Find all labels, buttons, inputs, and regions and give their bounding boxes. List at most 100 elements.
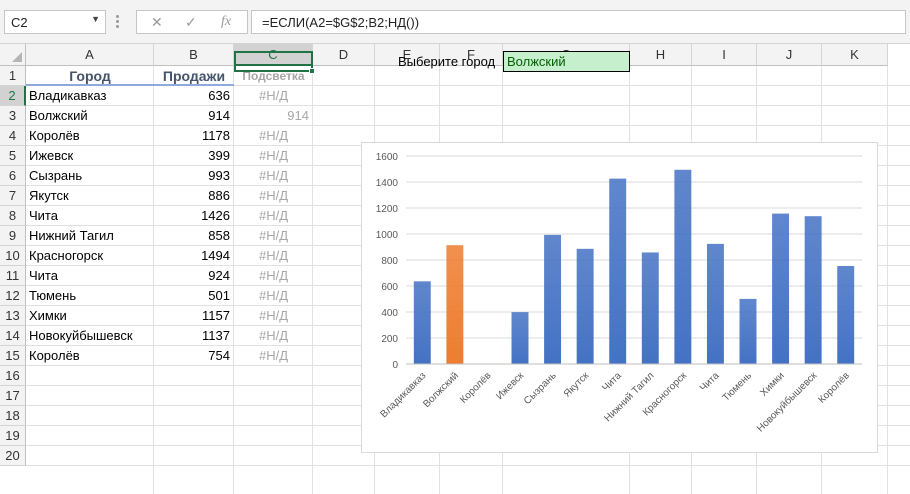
highlight-cell[interactable]: #Н/Д: [234, 86, 313, 106]
sales-cell[interactable]: 924: [154, 266, 234, 286]
sales-cell[interactable]: 501: [154, 286, 234, 306]
sales-cell[interactable]: 1137: [154, 326, 234, 346]
sales-cell[interactable]: 914: [154, 106, 234, 126]
city-cell[interactable]: Якутск: [26, 186, 154, 206]
row-header-1[interactable]: 1: [0, 66, 26, 86]
sales-cell[interactable]: 1494: [154, 246, 234, 266]
formula-input[interactable]: =ЕСЛИ(A2=$G$2;B2;НД()): [251, 10, 906, 34]
bar: [804, 216, 822, 364]
column-header-a[interactable]: A: [26, 44, 154, 66]
y-tick-label: 600: [381, 282, 398, 293]
row-header-14[interactable]: 14: [0, 326, 26, 346]
sales-cell[interactable]: 636: [154, 86, 234, 106]
column-header-h[interactable]: H: [630, 44, 692, 66]
city-cell[interactable]: Волжский: [26, 106, 154, 126]
sales-cell[interactable]: 858: [154, 226, 234, 246]
highlight-cell[interactable]: #Н/Д: [234, 306, 313, 326]
city-cell[interactable]: Химки: [26, 306, 154, 326]
row-header-7[interactable]: 7: [0, 186, 26, 206]
sales-cell[interactable]: 993: [154, 166, 234, 186]
row-header-9[interactable]: 9: [0, 226, 26, 246]
cancel-icon[interactable]: ✕: [151, 14, 163, 31]
row-header-17[interactable]: 17: [0, 386, 26, 406]
grid-line: [887, 66, 888, 494]
sales-cell[interactable]: 1426: [154, 206, 234, 226]
row-header-19[interactable]: 19: [0, 426, 26, 446]
row-header-10[interactable]: 10: [0, 246, 26, 266]
y-tick-label: 400: [381, 308, 398, 319]
highlight-cell[interactable]: #Н/Д: [234, 166, 313, 186]
formula-buttons: ✕ ✓ fx: [136, 10, 248, 34]
city-cell[interactable]: Ижевск: [26, 146, 154, 166]
column-header-j[interactable]: J: [757, 44, 822, 66]
x-category-label: Ижевск: [494, 370, 526, 402]
fill-handle[interactable]: [309, 68, 315, 74]
row-header-12[interactable]: 12: [0, 286, 26, 306]
highlight-cell[interactable]: #Н/Д: [234, 126, 313, 146]
header-sales: Продажи: [154, 66, 234, 86]
x-category-label: Королёв: [458, 370, 493, 405]
highlight-cell[interactable]: #Н/Д: [234, 226, 313, 246]
row-header-5[interactable]: 5: [0, 146, 26, 166]
row-header-8[interactable]: 8: [0, 206, 26, 226]
column-header-b[interactable]: B: [154, 44, 234, 66]
sales-chart[interactable]: 0 200 400 600 800 1000 1200 1400 1600 Владикавказ…: [361, 142, 878, 453]
city-cell[interactable]: Королёв: [26, 346, 154, 366]
row-header-20[interactable]: 20: [0, 446, 26, 466]
highlight-cell[interactable]: #Н/Д: [234, 286, 313, 306]
city-cell[interactable]: Владикавказ: [26, 86, 154, 106]
bar: [739, 298, 757, 364]
city-cell[interactable]: Новокуйбышевск: [26, 326, 154, 346]
row-header-2[interactable]: 2: [0, 86, 26, 106]
active-cell-border[interactable]: [234, 51, 315, 74]
city-cell[interactable]: Тюмень: [26, 286, 154, 306]
y-tick-label: 1600: [376, 152, 399, 163]
column-header-d[interactable]: D: [313, 44, 375, 66]
highlight-cell[interactable]: #Н/Д: [234, 186, 313, 206]
row-header-16[interactable]: 16: [0, 366, 26, 386]
sales-cell[interactable]: 1157: [154, 306, 234, 326]
bar: [413, 281, 431, 364]
selected-city-cell[interactable]: Волжский: [503, 51, 630, 72]
formula-toolbar: C2 ▼ ✕ ✓ fx =ЕСЛИ(A2=$G$2;B2;НД()): [0, 0, 910, 44]
row-header-6[interactable]: 6: [0, 166, 26, 186]
city-cell[interactable]: Королёв: [26, 126, 154, 146]
header-city: Город: [26, 66, 154, 86]
highlight-cell[interactable]: #Н/Д: [234, 206, 313, 226]
column-header-i[interactable]: I: [692, 44, 757, 66]
sales-cell[interactable]: 399: [154, 146, 234, 166]
highlight-cell[interactable]: #Н/Д: [234, 326, 313, 346]
row-header-18[interactable]: 18: [0, 406, 26, 426]
highlight-cell[interactable]: #Н/Д: [234, 266, 313, 286]
city-cell[interactable]: Чита: [26, 266, 154, 286]
highlight-cell[interactable]: #Н/Д: [234, 346, 313, 366]
sales-cell[interactable]: 886: [154, 186, 234, 206]
column-header-k[interactable]: K: [822, 44, 888, 66]
highlight-cell[interactable]: #Н/Д: [234, 246, 313, 266]
insert-function-icon[interactable]: fx: [221, 14, 231, 30]
sales-cell[interactable]: 754: [154, 346, 234, 366]
sales-cell[interactable]: 1178: [154, 126, 234, 146]
select-all-button[interactable]: [0, 44, 26, 66]
y-tick-label: 0: [392, 360, 398, 371]
y-tick-label: 1400: [376, 178, 399, 189]
highlight-cell[interactable]: #Н/Д: [234, 146, 313, 166]
city-cell[interactable]: Нижний Тагил: [26, 226, 154, 246]
city-cell[interactable]: Красногорск: [26, 246, 154, 266]
city-cell[interactable]: Чита: [26, 206, 154, 226]
bar: [609, 178, 627, 364]
highlight-cell[interactable]: 914: [234, 106, 313, 126]
grip-icon[interactable]: [116, 14, 122, 30]
row-header-3[interactable]: 3: [0, 106, 26, 126]
row-header-15[interactable]: 15: [0, 346, 26, 366]
bar: [772, 213, 790, 364]
row-header-4[interactable]: 4: [0, 126, 26, 146]
x-category-label: Сызрань: [522, 370, 559, 407]
chevron-down-icon[interactable]: ▼: [91, 14, 100, 24]
y-tick-label: 200: [381, 334, 398, 345]
row-header-11[interactable]: 11: [0, 266, 26, 286]
row-header-13[interactable]: 13: [0, 306, 26, 326]
name-box[interactable]: C2 ▼: [4, 10, 106, 34]
city-cell[interactable]: Сызрань: [26, 166, 154, 186]
enter-icon[interactable]: ✓: [185, 14, 197, 31]
